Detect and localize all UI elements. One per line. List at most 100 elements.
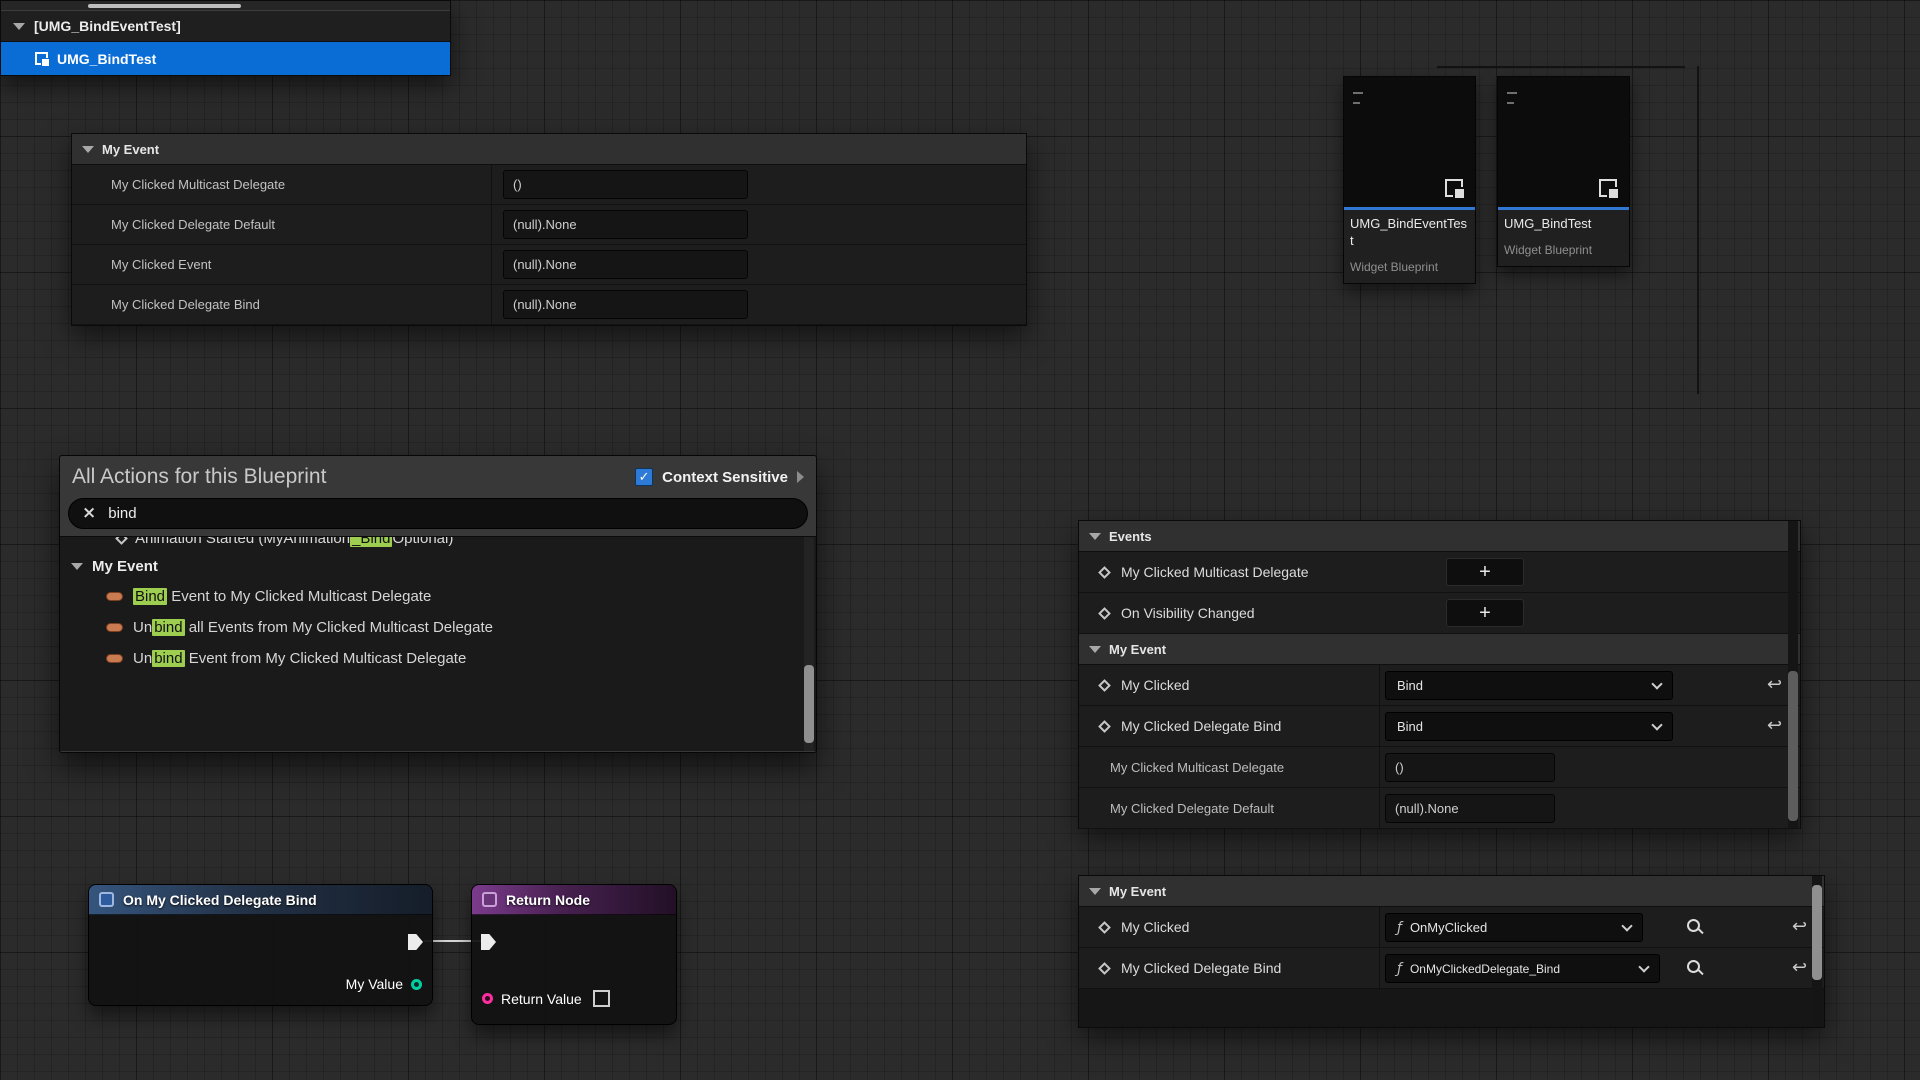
delegate-icon — [106, 623, 123, 632]
property-value-field[interactable]: (null).None — [503, 290, 748, 319]
actions-category-my-event[interactable]: My Event — [60, 551, 816, 581]
browse-to-function-icon[interactable] — [1687, 919, 1700, 932]
actions-search-input[interactable]: × bind — [68, 498, 808, 529]
exec-input-pin[interactable] — [481, 934, 496, 950]
details-panel-top: My Event My Clicked Multicast Delegate (… — [71, 133, 1027, 326]
function-bind-row: My Clicked ƒ OnMyClicked ↩ — [1079, 907, 1824, 948]
hierarchy-root-item[interactable]: [UMG_BindEventTest] — [1, 11, 450, 42]
chevron-down-icon — [1621, 920, 1632, 931]
actions-scrollbar-thumb[interactable] — [804, 665, 814, 743]
output-pin-row: My Value — [346, 976, 422, 992]
property-row: My Clicked Delegate Default (null).None — [72, 205, 1026, 245]
action-item-bind-event[interactable]: Bind Event to My Clicked Multicast Deleg… — [60, 581, 816, 612]
property-value-field[interactable]: (null).None — [503, 250, 748, 279]
widget-blueprint-icon — [1599, 179, 1617, 197]
bool-value-checkbox[interactable] — [593, 990, 610, 1007]
property-row: My Clicked Event (null).None — [72, 245, 1026, 285]
function-icon: ƒ — [1397, 961, 1402, 977]
function-dropdown[interactable]: ƒ OnMyClicked — [1385, 913, 1643, 942]
data-input-pin[interactable] — [482, 993, 493, 1004]
collapse-arrow-icon — [71, 563, 83, 570]
widget-blueprint-icon — [1445, 179, 1463, 197]
property-label: My Clicked Delegate Bind — [72, 297, 503, 312]
asset-thumbnail — [1344, 77, 1475, 210]
function-scrollbar-thumb[interactable] — [1812, 885, 1822, 980]
event-label: On Visibility Changed — [1121, 605, 1255, 621]
property-label: My Clicked Delegate Default — [72, 217, 503, 232]
reset-to-default-icon[interactable]: ↩ — [1792, 916, 1807, 938]
add-event-button[interactable]: + — [1446, 599, 1524, 627]
hierarchy-panel: [UMG_BindEventTest] UMG_BindTest — [0, 0, 451, 76]
node-body: Return Value — [472, 915, 676, 1025]
function-dropdown[interactable]: ƒ OnMyClickedDelegate_Bind — [1385, 954, 1660, 983]
actions-category-label: My Event — [92, 558, 158, 575]
thumbnail-text-mark — [1353, 92, 1363, 94]
delegate-icon — [106, 592, 123, 601]
action-item-unbind-all[interactable]: Unbind all Events from My Clicked Multic… — [60, 612, 816, 643]
expander-arrow-icon[interactable] — [797, 471, 804, 483]
property-value-field[interactable]: () — [1385, 753, 1555, 782]
property-label: My Clicked Event — [72, 257, 503, 272]
match-highlight: bind — [152, 619, 184, 636]
asset-card-umg-bindeventtest[interactable]: UMG_BindEventTest Widget Blueprint — [1343, 76, 1476, 284]
asset-card-umg-bindtest[interactable]: UMG_BindTest Widget Blueprint — [1497, 76, 1630, 267]
data-output-pin[interactable] — [411, 979, 422, 990]
match-highlight: _Bind — [350, 536, 392, 547]
chevron-down-icon — [1638, 961, 1649, 972]
window-edge-line — [1697, 66, 1699, 394]
action-item-label: Bind Event to My Clicked Multicast Deleg… — [133, 588, 431, 605]
context-sensitive-checkbox[interactable]: ✓ — [635, 468, 653, 486]
category-label: Events — [1109, 529, 1152, 544]
reset-to-default-icon[interactable]: ↩ — [1792, 957, 1807, 979]
category-label: My Event — [1109, 642, 1166, 657]
thumbnail-text-mark — [1507, 102, 1514, 104]
property-row: My Clicked Delegate Bind (null).None — [72, 285, 1026, 325]
collapse-arrow-icon — [1089, 888, 1101, 895]
node-header[interactable]: On My Clicked Delegate Bind — [89, 885, 432, 915]
event-diamond-icon — [115, 536, 128, 544]
collapse-arrow-icon — [1089, 646, 1101, 653]
match-highlight: bind — [152, 650, 184, 667]
bind-dropdown[interactable]: Bind — [1385, 671, 1673, 700]
node-body: My Value — [89, 915, 432, 1006]
function-icon: ƒ — [1397, 920, 1402, 936]
context-sensitive-toggle[interactable]: ✓ Context Sensitive — [635, 468, 804, 486]
add-event-button[interactable]: + — [1446, 558, 1524, 586]
event-label: My Clicked Multicast Delegate — [1121, 564, 1309, 580]
events-scrollbar-thumb[interactable] — [1788, 671, 1798, 821]
node-return-node[interactable]: Return Node Return Value — [471, 884, 677, 1025]
clear-search-icon[interactable]: × — [82, 505, 96, 522]
hierarchy-clipped-row — [1, 1, 450, 11]
reset-to-default-icon[interactable]: ↩ — [1767, 674, 1782, 696]
hierarchy-clipped-bar — [88, 4, 241, 8]
exec-output-pin[interactable] — [408, 934, 423, 950]
browse-to-function-icon[interactable] — [1687, 960, 1700, 973]
category-header-events[interactable]: Events — [1079, 521, 1800, 552]
function-bind-row: My Clicked Delegate Bind ƒ OnMyClickedDe… — [1079, 948, 1824, 989]
bind-row: My Clicked Delegate Bind Bind ↩ — [1079, 706, 1800, 747]
reset-to-default-icon[interactable]: ↩ — [1767, 715, 1782, 737]
property-value-field[interactable]: (null).None — [503, 210, 748, 239]
event-diamond-icon — [1098, 679, 1111, 692]
match-highlight: Bind — [133, 588, 167, 605]
category-header-my-event[interactable]: My Event — [1079, 634, 1800, 665]
bind-dropdown[interactable]: Bind — [1385, 712, 1673, 741]
chevron-down-icon — [1651, 719, 1662, 730]
category-header-my-event[interactable]: My Event — [1079, 876, 1824, 907]
node-on-my-clicked-delegate-bind[interactable]: On My Clicked Delegate Bind My Value — [88, 884, 433, 1006]
property-value-field[interactable]: (null).None — [1385, 794, 1555, 823]
pin-label: Return Value — [501, 991, 582, 1007]
hierarchy-item-label: UMG_BindTest — [57, 51, 156, 67]
node-header[interactable]: Return Node — [472, 885, 676, 915]
category-header-my-event[interactable]: My Event — [72, 134, 1026, 165]
event-diamond-icon — [1098, 921, 1111, 934]
actions-menu: All Actions for this Blueprint ✓ Context… — [59, 455, 817, 753]
dropdown-value: Bind — [1397, 678, 1423, 693]
hierarchy-item-selected[interactable]: UMG_BindTest — [1, 42, 450, 75]
action-item-clipped[interactable]: Animation Started (MyAnimation_BindOptio… — [60, 536, 816, 551]
action-item-unbind-event[interactable]: Unbind Event from My Clicked Multicast D… — [60, 643, 816, 674]
property-value-field[interactable]: () — [503, 170, 748, 199]
property-label: My Clicked Multicast Delegate — [1079, 760, 1284, 775]
action-item-label: Unbind Event from My Clicked Multicast D… — [133, 650, 466, 667]
thumbnail-text-mark — [1353, 102, 1360, 104]
